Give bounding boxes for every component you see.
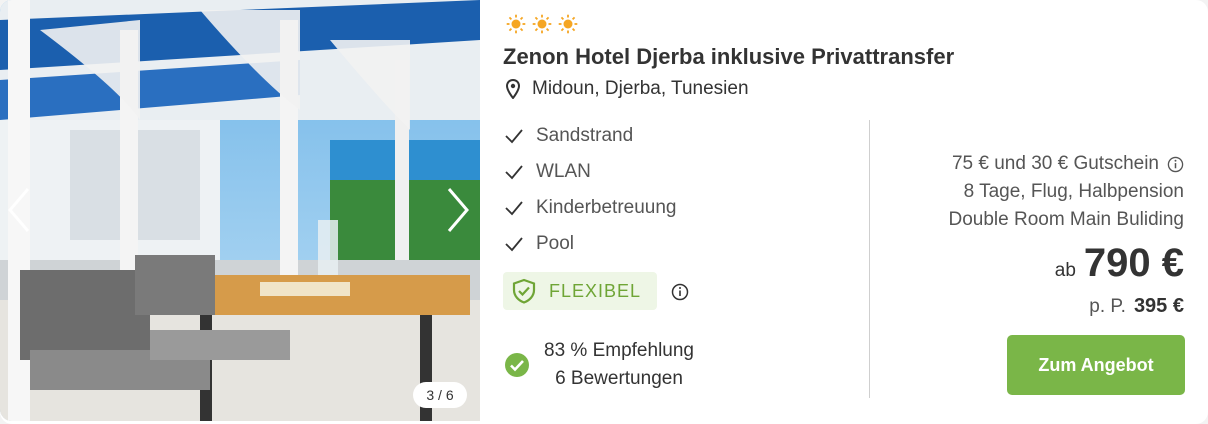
star-rating (506, 14, 578, 34)
price-total: 790 € (1083, 241, 1184, 285)
feature-label: Pool (536, 233, 575, 254)
hotel-title[interactable]: Zenon Hotel Djerba inklusive Privattrans… (503, 44, 954, 70)
feature-item: Sandstrand (504, 118, 677, 154)
hotel-photo (0, 0, 480, 421)
price-prefix: ab (1054, 260, 1076, 281)
hotel-photo-gallery[interactable]: 3 / 6 (0, 0, 480, 421)
total-price: ab 790 € (1055, 241, 1184, 286)
check-icon (505, 165, 523, 180)
rating-text: 83 % Empfehlung 6 Bewertungen (544, 337, 694, 393)
hotel-location: Midoun, Djerba, Tunesien (506, 78, 749, 100)
feature-label: Sandstrand (536, 125, 634, 146)
chevron-left-icon (8, 188, 30, 232)
feature-item: Pool (504, 226, 677, 262)
image-counter: 3 / 6 (413, 382, 467, 408)
view-offer-button[interactable]: Zum Angebot (1007, 335, 1185, 395)
check-icon (505, 201, 523, 216)
voucher-text: 75 € und 30 € Gutschein (951, 153, 1159, 174)
hotel-offer-card: 3 / 6 Zenon Hotel Djerba inklusive Priva… (0, 0, 1208, 424)
next-image-button[interactable] (443, 185, 473, 235)
offer-details: 75 € und 30 € Gutschein 8 Tage, Flug, Ha… (948, 150, 1184, 234)
room-text: Double Room Main Buliding (948, 209, 1184, 230)
info-icon[interactable] (671, 283, 689, 301)
feature-item: Kinderbetreuung (504, 190, 677, 226)
divider (869, 120, 870, 398)
sun-icon (506, 14, 526, 34)
feature-label: Kinderbetreuung (536, 197, 677, 218)
recommendation-rating: 83 % Empfehlung 6 Bewertungen (504, 337, 694, 393)
package-text: 8 Tage, Flug, Halbpension (963, 181, 1184, 202)
shield-check-icon (512, 278, 536, 304)
location-text: Midoun, Djerba, Tunesien (532, 78, 749, 99)
info-icon[interactable] (1167, 156, 1184, 173)
voucher-line: 75 € und 30 € Gutschein (948, 150, 1184, 178)
check-icon (505, 237, 523, 252)
feature-list: Sandstrand WLAN Kinderbetreuung Pool (504, 118, 677, 262)
flexible-badge: FLEXIBEL (503, 272, 657, 310)
feature-label: WLAN (536, 161, 591, 182)
sun-icon (532, 14, 552, 34)
recommendation-percent: 83 % Empfehlung (544, 340, 694, 361)
location-pin-icon (506, 79, 520, 99)
check-icon (505, 129, 523, 144)
per-person-price: p. P. 395 € (1089, 295, 1184, 318)
chevron-right-icon (447, 188, 469, 232)
per-person-prefix: p. P. (1089, 296, 1126, 317)
per-person-value: 395 € (1133, 295, 1184, 317)
previous-image-button[interactable] (4, 185, 34, 235)
feature-item: WLAN (504, 154, 677, 190)
review-count: 6 Bewertungen (555, 368, 683, 389)
flexible-label: FLEXIBEL (549, 280, 642, 301)
sun-icon (558, 14, 578, 34)
check-circle-icon (505, 353, 529, 377)
